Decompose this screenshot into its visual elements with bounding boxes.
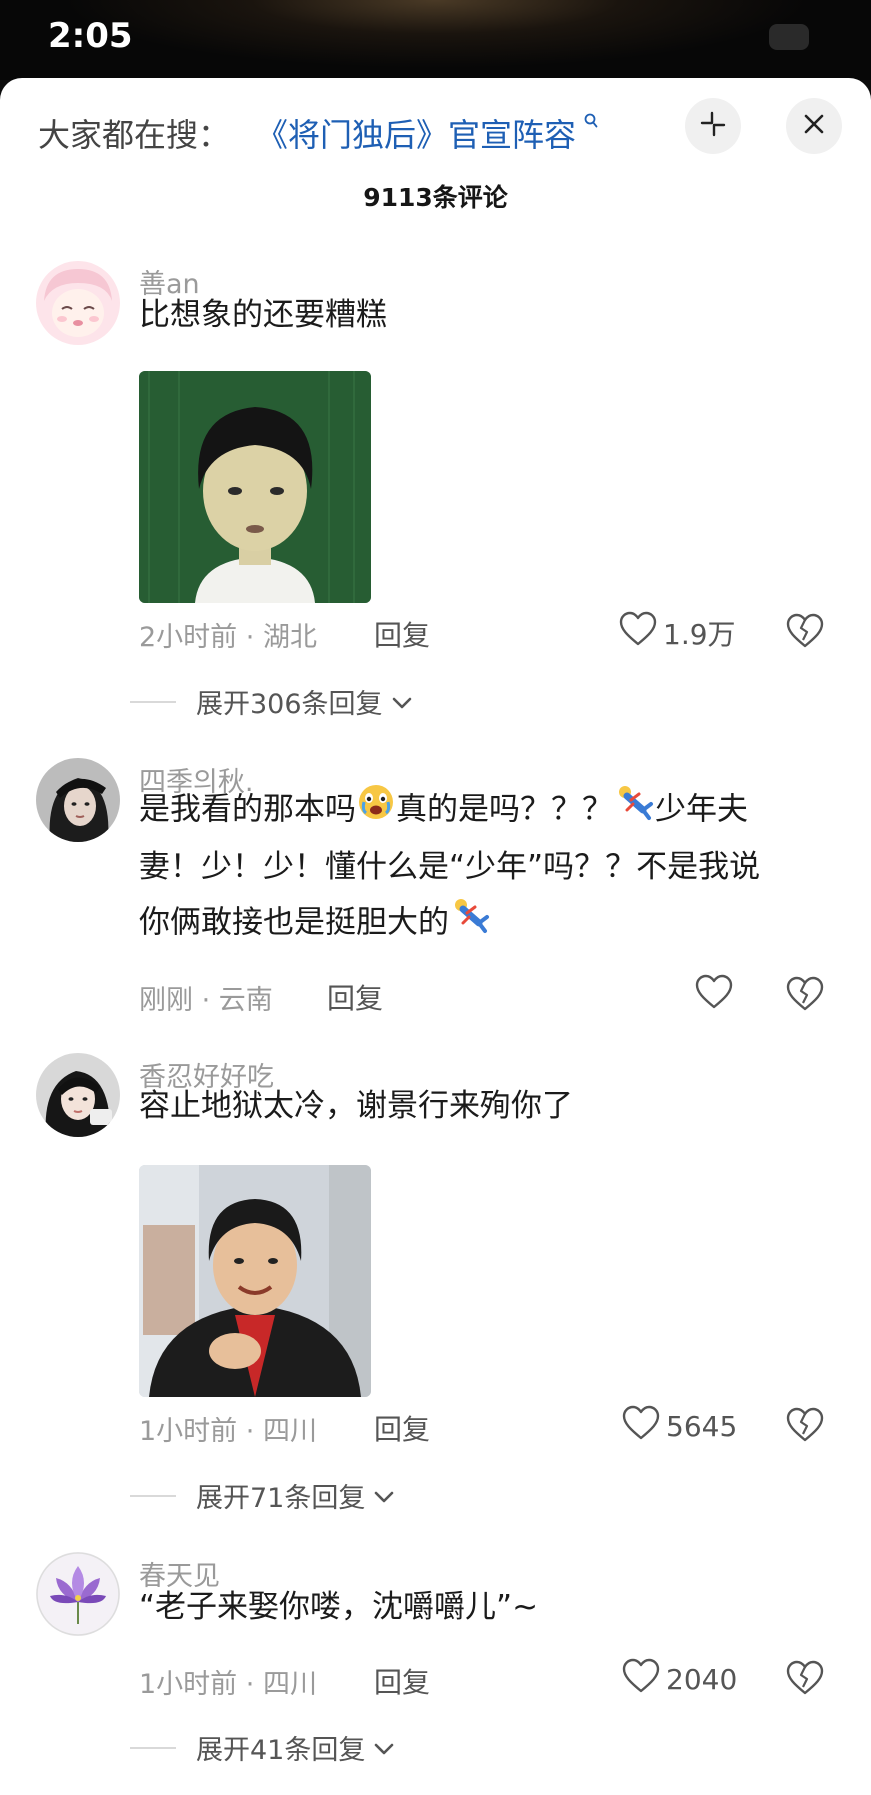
comment-location: 四川	[262, 1416, 317, 1447]
comment-meta: 2小时前 · 湖北	[139, 615, 317, 654]
search-icon	[578, 110, 598, 134]
chevron-down-icon	[391, 686, 413, 717]
expand-replies-label[interactable]: 展开71条回复	[196, 1476, 365, 1515]
comment-time: 刚刚	[139, 985, 193, 1016]
crying-face-emoji	[356, 782, 396, 840]
comment-text: 是我看的那本吗 真的是吗？？？ 少年夫 妻！少！少！懂什么是“少年”吗？？不是我…	[139, 782, 839, 953]
comment-text-line: 是我看的那本吗 真的是吗？？？ 少年夫	[139, 782, 839, 840]
comment-text-line: 你俩敢接也是挺胆大的	[139, 895, 839, 953]
reply-button[interactable]: 回复	[327, 977, 383, 1017]
broken-heart-icon	[786, 1407, 824, 1447]
expand-replies-button[interactable]: 展开71条回复	[130, 1476, 395, 1515]
comment-image[interactable]	[139, 1165, 371, 1397]
trending-search-bar[interactable]: 大家都在搜： 《将门独后》官宣阵容	[38, 100, 658, 160]
status-time: 2:05	[48, 16, 133, 56]
broken-heart-icon	[786, 1660, 824, 1700]
like-button[interactable]: 1.9万	[619, 611, 736, 654]
broken-heart-icon	[786, 976, 824, 1016]
meta-separator: ·	[245, 1669, 255, 1700]
comments-sheet: 大家都在搜： 《将门独后》官宣阵容 9113条评论 善an 比想象的还要糟糕 2…	[0, 78, 871, 1795]
falling-person-emoji	[613, 782, 655, 840]
trending-search-prefix: 大家都在搜：	[38, 116, 231, 154]
comments-count-title: 9113条评论	[363, 183, 508, 212]
comment-text-segment: 是我看的那本吗	[139, 791, 356, 828]
comment-location: 湖北	[262, 622, 317, 653]
comment-text: 容止地狱太冷，谢景行来殉你了	[139, 1088, 573, 1124]
comment-location: 四川	[262, 1669, 317, 1700]
comment-text-segment: 真的是吗？？？	[396, 791, 613, 828]
comment-location: 云南	[218, 985, 273, 1016]
expand-replies-label[interactable]: 展开41条回复	[196, 1728, 365, 1767]
comment-time: 1小时前	[139, 1669, 238, 1700]
shrink-button[interactable]	[685, 98, 741, 154]
status-indicator	[769, 24, 809, 50]
meta-separator: ·	[201, 985, 211, 1016]
trending-search-link[interactable]: 《将门独后》官宣阵容	[256, 110, 598, 156]
divider-line	[130, 700, 176, 703]
comment-text: “老子来娶你喽，沈嚼嚼儿”~	[139, 1589, 539, 1625]
heart-icon	[619, 611, 657, 654]
avatar[interactable]	[36, 1053, 120, 1137]
heart-icon	[622, 1405, 660, 1448]
comment-meta: 刚刚 · 云南	[139, 978, 273, 1017]
comment-text-segment: 少年夫	[655, 791, 748, 828]
dislike-button[interactable]	[786, 613, 824, 653]
reply-button[interactable]: 回复	[374, 1661, 430, 1701]
reply-button[interactable]: 回复	[374, 614, 430, 654]
falling-person-emoji	[449, 895, 491, 953]
chevron-down-icon	[373, 1480, 395, 1511]
divider-line	[130, 1494, 176, 1497]
comment-text-line: 妻！少！少！懂什么是“少年”吗？？不是我说	[139, 849, 761, 885]
shrink-icon	[698, 109, 728, 143]
expand-replies-button[interactable]: 展开306条回复	[130, 682, 413, 721]
like-count: 5645	[666, 1410, 738, 1443]
dislike-button[interactable]	[786, 1407, 824, 1447]
close-icon	[802, 112, 826, 140]
chevron-down-icon	[373, 1732, 395, 1763]
dislike-button[interactable]	[786, 1660, 824, 1700]
divider-line	[130, 1746, 176, 1749]
meta-separator: ·	[245, 622, 255, 653]
like-count: 1.9万	[663, 617, 736, 651]
comment-meta: 1小时前 · 四川	[139, 1409, 317, 1448]
like-button[interactable]: 5645	[622, 1405, 737, 1448]
heart-icon	[695, 974, 733, 1017]
comment-time: 2小时前	[139, 622, 238, 653]
comment-time: 1小时前	[139, 1416, 238, 1447]
dislike-button[interactable]	[786, 976, 824, 1016]
like-button[interactable]	[695, 974, 739, 1017]
avatar[interactable]	[36, 758, 120, 842]
meta-separator: ·	[245, 1416, 255, 1447]
comment-text: 比想象的还要糟糕	[139, 297, 387, 333]
trending-search-term[interactable]: 《将门独后》官宣阵容	[256, 116, 576, 154]
close-button[interactable]	[786, 98, 842, 154]
comment-meta: 1小时前 · 四川	[139, 1662, 317, 1701]
reply-button[interactable]: 回复	[374, 1408, 430, 1448]
like-count: 2040	[666, 1663, 738, 1696]
broken-heart-icon	[786, 613, 824, 653]
status-bar: 2:05	[0, 0, 871, 80]
avatar[interactable]	[36, 261, 120, 345]
like-button[interactable]: 2040	[622, 1658, 737, 1701]
comment-image[interactable]	[139, 371, 371, 603]
comment-text-segment: 你俩敢接也是挺胆大的	[139, 904, 449, 941]
expand-replies-button[interactable]: 展开41条回复	[130, 1728, 395, 1767]
expand-replies-label[interactable]: 展开306条回复	[196, 682, 383, 721]
heart-icon	[622, 1658, 660, 1701]
avatar[interactable]	[36, 1552, 120, 1636]
